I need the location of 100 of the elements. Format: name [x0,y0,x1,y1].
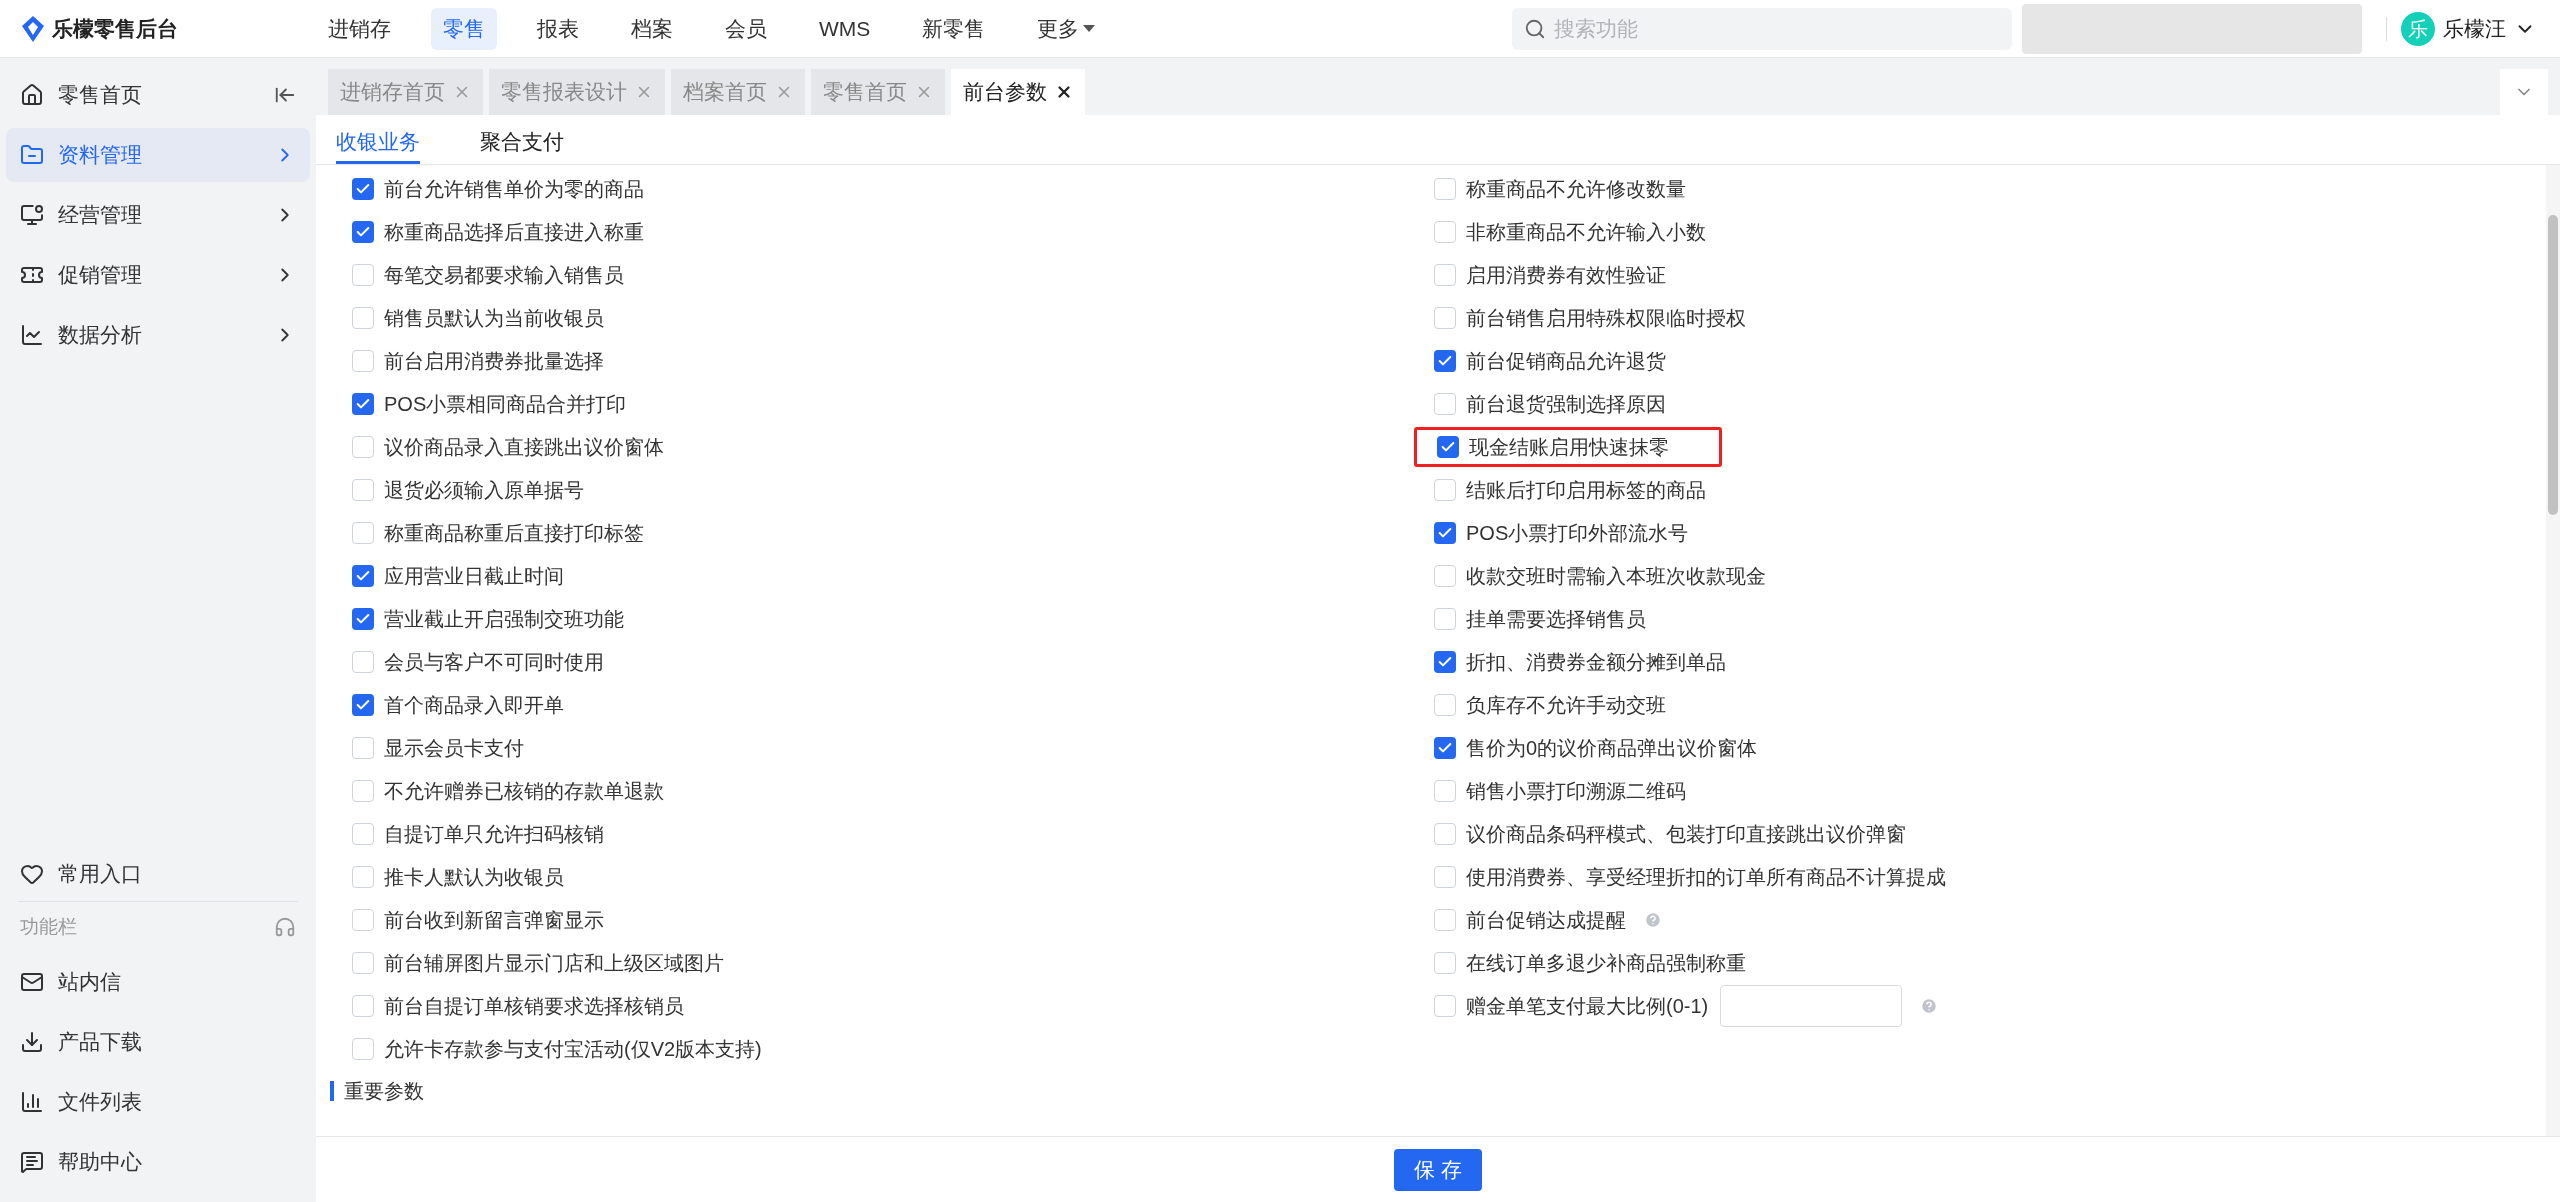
checkbox[interactable] [1434,263,1456,286]
close-icon[interactable] [1055,83,1073,101]
tool-item[interactable]: 站内信 [6,952,310,1012]
sidebar-item[interactable]: 资料管理 [6,128,310,182]
section-label: 功能栏 [20,914,77,939]
caret-icon [1083,24,1096,33]
nav-tab[interactable]: 零售 [431,7,497,50]
setting-label: 启用消费券有效性验证 [1466,262,1666,288]
input-field[interactable] [1720,984,1903,1027]
checkbox[interactable] [352,435,374,458]
checkbox[interactable] [352,908,374,931]
page-tab[interactable]: 前台参数 [951,69,1085,115]
sub-tab[interactable]: 聚合支付 [480,122,564,164]
setting-label: POS小票相同商品合并打印 [384,391,627,417]
checkbox[interactable] [1434,693,1456,716]
checkbox[interactable] [352,564,374,587]
setting-label: 前台退货强制选择原因 [1466,391,1666,417]
sidebar-item[interactable]: 经营管理 [6,188,310,242]
tool-item[interactable]: 产品下载 [6,1012,310,1072]
checkbox[interactable] [352,822,374,845]
help-icon[interactable] [1920,996,1939,1015]
checkbox[interactable] [1434,478,1456,501]
sidebar-item[interactable]: 零售首页 [6,68,310,122]
setting-label: 收款交班时需输入本班次收款现金 [1466,563,1766,589]
checkbox[interactable] [352,306,374,329]
sidebar-item[interactable]: 促销管理 [6,248,310,302]
checkbox[interactable] [1434,951,1456,974]
setting-label: POS小票打印外部流水号 [1466,520,1689,546]
nav-tab[interactable]: 更多 [1025,7,1108,50]
checkbox[interactable] [352,349,374,372]
checkbox[interactable] [1434,564,1456,587]
checkbox[interactable] [352,994,374,1017]
scrollbar[interactable] [2546,165,2560,1136]
nav-tab[interactable]: 报表 [525,7,591,50]
checkbox[interactable] [1434,177,1456,200]
checkbox[interactable] [1434,392,1456,415]
setting-label: 应用营业日截止时间 [384,563,564,589]
checkbox[interactable] [1434,349,1456,372]
setting-label: 赠金单笔支付最大比例(0-1) [1466,993,1709,1019]
help-icon[interactable] [1644,910,1662,929]
setting-label: 退货必须输入原单据号 [384,477,584,503]
checkbox[interactable] [1434,779,1456,802]
setting-label: 结账后打印启用标签的商品 [1466,477,1706,503]
checkbox[interactable] [1434,822,1456,845]
setting-label: 销售员默认为当前收银员 [384,305,604,331]
setting-label: 前台启用消费券批量选择 [384,348,604,374]
checkbox[interactable] [352,177,374,200]
checkbox[interactable] [352,392,374,415]
user-name[interactable]: 乐檬汪 [2443,12,2506,45]
checkbox[interactable] [1434,607,1456,630]
checkbox[interactable] [352,607,374,630]
setting-label: 议价商品条码秤模式、包装打印直接跳出议价弹窗 [1466,821,1906,847]
checkbox[interactable] [1434,650,1456,673]
checkbox[interactable] [1437,435,1459,458]
checkbox[interactable] [352,693,374,716]
heart-icon [20,862,44,886]
setting-label: 销售小票打印溯源二维码 [1466,778,1686,804]
sidebar-item[interactable]: 数据分析 [6,308,310,362]
setting-label: 自提订单只允许扫码核销 [384,821,604,847]
chart-icon [20,323,44,347]
sub-tab[interactable]: 收银业务 [336,122,420,164]
tab-menu-button[interactable] [2500,69,2548,115]
tool-item[interactable]: 帮助中心 [6,1132,310,1192]
checkbox[interactable] [352,478,374,501]
checkbox[interactable] [1434,736,1456,759]
setting-label: 折扣、消费券金额分摊到单品 [1466,649,1726,675]
setting-label: 前台促销商品允许退货 [1466,348,1666,374]
checkbox[interactable] [1434,994,1456,1017]
nav-tab[interactable]: 会员 [713,7,779,50]
nav-tab[interactable]: 进销存 [316,7,403,50]
setting-label: 称重商品不允许修改数量 [1466,176,1686,202]
checkbox[interactable] [1434,306,1456,329]
headset-icon[interactable] [274,916,296,938]
favorites-item[interactable]: 常用入口 [6,847,310,901]
monitor-icon [20,203,44,227]
save-button[interactable]: 保 存 [1394,1148,1482,1191]
brand-name: 乐檬零售后台 [52,15,178,42]
nav-tab[interactable]: 新零售 [910,7,998,50]
checkbox[interactable] [1434,865,1456,888]
checkbox[interactable] [352,865,374,888]
logo-icon [22,15,44,42]
checkbox[interactable] [1434,220,1456,243]
setting-label: 现金结账启用快速抹零 [1469,434,1669,460]
checkbox[interactable] [352,650,374,673]
setting-label: 售价为0的议价商品弹出议价窗体 [1466,735,1758,761]
checkbox[interactable] [352,779,374,802]
setting-label: 营业截止开启强制交班功能 [384,606,624,632]
checkbox[interactable] [352,951,374,974]
nav-tab[interactable]: WMS [807,7,883,50]
checkbox[interactable] [352,263,374,286]
setting-label: 不允许赠券已核销的存款单退款 [384,778,664,804]
checkbox[interactable] [352,1037,374,1060]
tool-item[interactable]: 文件列表 [6,1072,310,1132]
checkbox[interactable] [1434,521,1456,544]
checkbox[interactable] [352,220,374,243]
nav-tab[interactable]: 档案 [619,7,685,50]
bar-chart-icon [20,1090,44,1114]
checkbox[interactable] [1434,908,1456,931]
checkbox[interactable] [352,521,374,544]
checkbox[interactable] [352,736,374,759]
